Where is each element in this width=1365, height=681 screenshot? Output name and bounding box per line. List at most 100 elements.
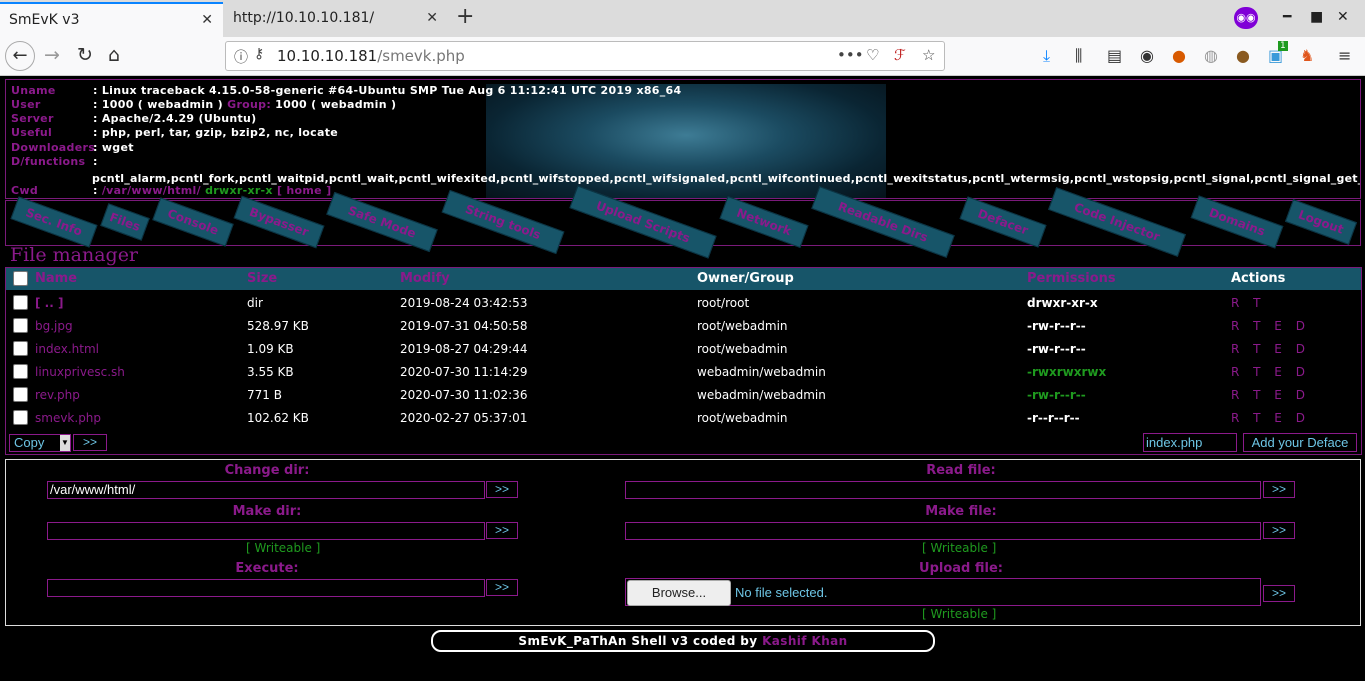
menu-safe-mode[interactable]: Safe Mode <box>326 191 438 253</box>
file-permissions[interactable]: -rw-r--r-- <box>1027 388 1086 402</box>
reload-icon[interactable]: ↻ <box>77 44 93 66</box>
row-checkbox[interactable] <box>13 387 28 402</box>
file-permissions[interactable]: -rw-r--r-- <box>1027 342 1086 356</box>
execute-input[interactable] <box>47 579 485 597</box>
minimize-icon[interactable]: ━ <box>1283 9 1291 25</box>
file-actions[interactable]: R T <box>1231 296 1265 310</box>
extension-icon[interactable]: ℱ <box>894 46 906 64</box>
col-permissions[interactable]: Permissions <box>1027 271 1116 286</box>
menu-console[interactable]: Console <box>152 197 234 247</box>
make-file-input[interactable] <box>625 522 1261 540</box>
pocket-icon[interactable]: ♡ <box>866 46 879 64</box>
home-icon[interactable]: ⌂ <box>108 44 120 66</box>
footer-text: SmEvK_PaThAn Shell v3 coded by <box>518 634 758 648</box>
footer-author-link[interactable]: Kashif Khan <box>762 634 847 648</box>
select-all-checkbox[interactable] <box>13 271 28 286</box>
info-icon[interactable]: ⓘ <box>234 47 248 67</box>
bulk-go-button[interactable]: >> <box>73 434 107 451</box>
home-link[interactable]: [ home ] <box>277 184 331 197</box>
file-permissions[interactable]: -r--r--r-- <box>1027 411 1080 425</box>
file-name-link[interactable]: bg.jpg <box>35 319 73 333</box>
badge-count: 1 <box>1278 41 1288 51</box>
col-modify[interactable]: Modify <box>400 271 450 286</box>
forward-icon[interactable]: → <box>44 44 60 66</box>
make-dir-label: Make dir: <box>232 504 302 519</box>
file-name-link[interactable]: linuxprivesc.sh <box>35 365 125 379</box>
file-permissions[interactable]: -rw-r--r-- <box>1027 319 1086 333</box>
file-owner: webadmin/webadmin <box>697 388 826 402</box>
file-name-link[interactable]: rev.php <box>35 388 80 402</box>
tab-url[interactable]: http://10.10.10.181/ ✕ <box>224 2 448 35</box>
file-actions[interactable]: R T E D <box>1231 411 1310 425</box>
make-dir-input[interactable] <box>47 522 485 540</box>
menu-string-tools[interactable]: String tools <box>441 189 565 255</box>
col-owner: Owner/Group <box>697 271 794 286</box>
row-checkbox[interactable] <box>13 410 28 425</box>
tab-bar: SmEvK v3 ✕ http://10.10.10.181/ ✕ + ◉◉ ━… <box>0 0 1365 37</box>
row-checkbox[interactable] <box>13 295 28 310</box>
read-file-input[interactable] <box>625 481 1261 499</box>
bulk-action-select[interactable]: Copy ▼ <box>9 434 71 452</box>
bookmark-star-icon[interactable]: ☆ <box>922 46 935 64</box>
file-name-link[interactable]: [ .. ] <box>35 296 63 310</box>
file-actions[interactable]: R T E D <box>1231 319 1310 333</box>
tab-smevk[interactable]: SmEvK v3 ✕ <box>0 2 223 37</box>
file-size: 3.55 KB <box>247 365 294 379</box>
globe-icon[interactable]: ◍ <box>1204 46 1218 65</box>
maximize-icon[interactable]: ■ <box>1310 9 1323 25</box>
make-file-go-button[interactable]: >> <box>1263 522 1295 539</box>
table-row: smevk.php 102.62 KB 2020-02-27 05:37:01 roo… <box>6 407 1361 430</box>
file-actions[interactable]: R T E D <box>1231 388 1310 402</box>
file-manager-title: File manager <box>10 244 139 266</box>
sidebar-icon[interactable]: ▤ <box>1107 46 1122 65</box>
addon-icon[interactable]: ● <box>1172 46 1186 65</box>
table-row: rev.php 771 B 2020-07-30 11:02:36 webadmin/… <box>6 384 1361 407</box>
browse-button[interactable]: Browse... <box>627 580 731 606</box>
menu-icon[interactable]: ≡ <box>1338 46 1351 65</box>
row-checkbox[interactable] <box>13 341 28 356</box>
read-file-go-button[interactable]: >> <box>1263 481 1295 498</box>
close-window-icon[interactable]: ✕ <box>1337 9 1349 25</box>
close-tab-icon[interactable]: ✕ <box>201 12 213 28</box>
execute-go-button[interactable]: >> <box>486 579 518 596</box>
table-header: Name Size Modify Owner/Group Permissions… <box>6 268 1361 290</box>
new-tab-icon[interactable]: + <box>456 4 474 29</box>
menu-bypasser[interactable]: Bypasser <box>233 195 325 249</box>
file-actions[interactable]: R T E D <box>1231 342 1310 356</box>
file-name-link[interactable]: smevk.php <box>35 411 101 425</box>
back-icon[interactable]: ← <box>5 41 35 71</box>
file-permissions[interactable]: drwxr-xr-x <box>1027 296 1098 310</box>
col-size[interactable]: Size <box>247 271 277 286</box>
menu-network[interactable]: Network <box>719 196 809 248</box>
library-icon[interactable]: ⫼ <box>1075 46 1082 66</box>
menu-defacer[interactable]: Defacer <box>959 196 1047 248</box>
file-name-link[interactable]: index.html <box>35 342 99 356</box>
table-row: index.html 1.09 KB 2019-08-27 04:29:44 root… <box>6 338 1361 361</box>
url-text[interactable]: 10.10.10.181/smevk.php <box>277 47 465 65</box>
close-tab-icon[interactable]: ✕ <box>426 10 438 26</box>
fox-icon[interactable]: ♞ <box>1300 46 1314 65</box>
info-cwd: Cwd: /var/www/html/ drwxr-xr-x [ home ] <box>11 184 332 197</box>
downloads-icon[interactable]: ⤓ <box>1043 46 1050 66</box>
col-name[interactable]: Name <box>35 271 77 286</box>
deface-file-input[interactable]: index.php <box>1143 433 1237 452</box>
menu-domains[interactable]: Domains <box>1190 195 1284 249</box>
add-deface-button[interactable]: Add your Deface <box>1243 433 1357 452</box>
account-icon[interactable]: ◉ <box>1140 46 1154 65</box>
page-content: Uname: Linux traceback 4.15.0-58-generic… <box>0 76 1365 681</box>
file-actions[interactable]: R T E D <box>1231 365 1310 379</box>
make-dir-go-button[interactable]: >> <box>486 522 518 539</box>
change-dir-go-button[interactable]: >> <box>486 481 518 498</box>
cwd-path-link[interactable]: /var/www/html/ <box>102 184 201 197</box>
menu-sec-info[interactable]: Sec. Info <box>10 196 98 248</box>
upload-go-button[interactable]: >> <box>1263 585 1295 602</box>
row-checkbox[interactable] <box>13 318 28 333</box>
change-dir-input[interactable]: /var/www/html/ <box>47 481 485 499</box>
menu-logout[interactable]: Logout <box>1284 199 1358 245</box>
page-actions-icon[interactable]: ••• <box>837 46 864 64</box>
file-permissions[interactable]: -rwxrwxrwx <box>1027 365 1106 379</box>
row-checkbox[interactable] <box>13 364 28 379</box>
cookie-icon[interactable]: ● <box>1236 46 1250 65</box>
menu-files[interactable]: Files <box>100 203 150 241</box>
address-bar[interactable]: ⓘ ⚷ 10.10.10.181/smevk.php ••• ♡ ℱ ☆ <box>225 41 945 71</box>
